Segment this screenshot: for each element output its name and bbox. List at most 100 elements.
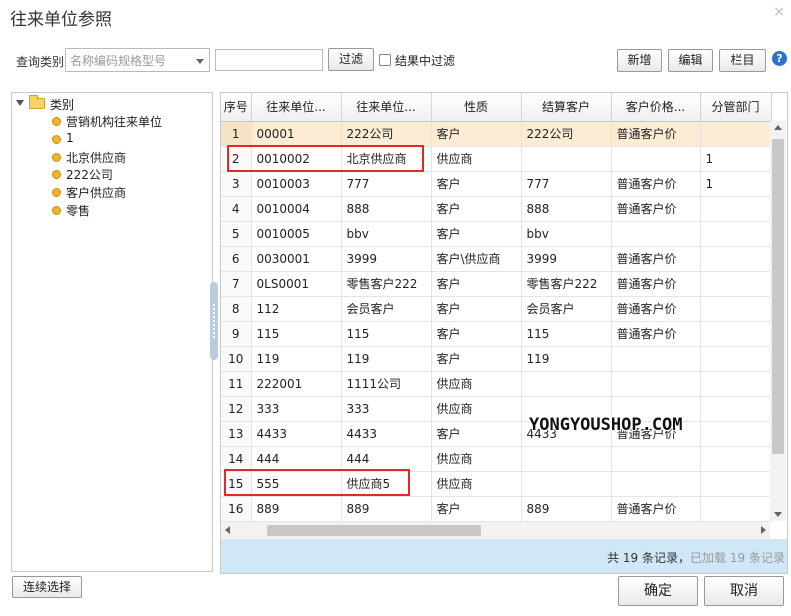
table-cell: bbv bbox=[341, 221, 432, 247]
table-cell: 客户\供应商 bbox=[431, 246, 522, 272]
table-row[interactable]: 4 0010004 888 客户 888 普通客户价 bbox=[221, 196, 772, 222]
scroll-thumb[interactable] bbox=[772, 139, 784, 454]
table-row[interactable]: 5 0010005 bbv 客户 bbv bbox=[221, 221, 772, 247]
search-input[interactable] bbox=[215, 49, 323, 71]
grid-body: 1 00001 222公司 客户 222公司 普通客户价 2 0010002 北京供应商 供应商 1… bbox=[221, 121, 772, 522]
add-button[interactable]: 新增 bbox=[617, 49, 662, 72]
panel-splitter[interactable] bbox=[210, 282, 218, 360]
table-row[interactable]: 11 222001 1111公司 供应商 bbox=[221, 371, 772, 397]
table-cell bbox=[611, 446, 701, 472]
column-header-price-level[interactable]: 客户价格... bbox=[611, 93, 701, 122]
table-cell: 112 bbox=[251, 296, 342, 322]
grid-status-bar: 共 19 条记录，已加载 19 条记录 bbox=[221, 539, 787, 573]
total-suffix: 条记录， bbox=[642, 551, 691, 565]
cancel-button[interactable]: 取消 bbox=[704, 576, 784, 606]
scroll-right-icon[interactable] bbox=[761, 526, 766, 534]
tree-item-label: 营销机构往来单位 bbox=[66, 115, 163, 129]
filter-in-results-label: 结果中过滤 bbox=[395, 54, 456, 68]
table-cell bbox=[521, 446, 612, 472]
tree-item-label: 客户供应商 bbox=[66, 186, 127, 200]
table-cell bbox=[700, 196, 772, 222]
table-cell: 零售客户222 bbox=[521, 271, 612, 297]
tree-item-label: 222公司 bbox=[66, 168, 113, 182]
table-cell: 客户 bbox=[431, 321, 522, 347]
table-cell bbox=[700, 371, 772, 397]
table-cell: 11 bbox=[221, 371, 252, 397]
table-row[interactable]: 8 112 会员客户 客户 会员客户 普通客户价 bbox=[221, 296, 772, 322]
table-row[interactable]: 3 0010003 777 客户 777 普通客户价 1 bbox=[221, 171, 772, 197]
table-row[interactable]: 13 4433 4433 客户 4433 普通客户价 bbox=[221, 421, 772, 447]
table-cell: 12 bbox=[221, 396, 252, 422]
table-cell bbox=[521, 471, 612, 497]
query-category-select[interactable]: 名称编码规格型号 bbox=[65, 48, 210, 72]
scroll-up-icon[interactable] bbox=[774, 125, 782, 130]
scroll-down-icon[interactable] bbox=[774, 512, 782, 517]
loaded-count: 19 bbox=[729, 551, 746, 565]
query-category-value: 名称编码规格型号 bbox=[70, 54, 167, 68]
table-cell bbox=[611, 471, 701, 497]
table-cell bbox=[700, 221, 772, 247]
table-cell: 普通客户价 bbox=[611, 271, 701, 297]
column-header-department[interactable]: 分管部门 bbox=[700, 93, 772, 122]
continuous-select-button[interactable]: 连续选择 bbox=[12, 576, 82, 598]
table-cell: 普通客户价 bbox=[611, 321, 701, 347]
table-cell bbox=[611, 371, 701, 397]
help-icon[interactable]: ? bbox=[772, 51, 787, 66]
table-cell: 115 bbox=[341, 321, 432, 347]
vertical-scrollbar[interactable] bbox=[770, 121, 786, 521]
table-cell: 0010004 bbox=[251, 196, 342, 222]
table-cell: 普通客户价 bbox=[611, 196, 701, 222]
table-row[interactable]: 6 0030001 3999 客户\供应商 3999 普通客户价 bbox=[221, 246, 772, 272]
ok-button[interactable]: 确定 bbox=[618, 576, 698, 606]
table-cell: bbv bbox=[521, 221, 612, 247]
horizontal-scrollbar[interactable] bbox=[221, 522, 770, 539]
table-cell: 1 bbox=[700, 171, 772, 197]
table-cell: 普通客户价 bbox=[611, 171, 701, 197]
filter-in-results-checkbox[interactable] bbox=[379, 54, 391, 66]
tree-item-label: 北京供应商 bbox=[66, 151, 127, 165]
table-cell: 1 bbox=[700, 146, 772, 172]
table-cell bbox=[700, 446, 772, 472]
column-header-unit-code[interactable]: 往来单位... bbox=[251, 93, 342, 122]
table-cell: 客户 bbox=[431, 121, 522, 147]
table-cell: 115 bbox=[251, 321, 342, 347]
table-cell: 00001 bbox=[251, 121, 342, 147]
table-cell bbox=[611, 146, 701, 172]
table-row[interactable]: 7 0LS0001 零售客户222 客户 零售客户222 普通客户价 bbox=[221, 271, 772, 297]
table-cell bbox=[700, 346, 772, 372]
loaded-suffix: 条记录 bbox=[748, 551, 785, 565]
table-row[interactable]: 12 333 333 供应商 bbox=[221, 396, 772, 422]
table-row[interactable]: 1 00001 222公司 客户 222公司 普通客户价 bbox=[221, 121, 772, 147]
table-cell: 会员客户 bbox=[341, 296, 432, 322]
table-cell: 客户 bbox=[431, 296, 522, 322]
table-cell bbox=[521, 371, 612, 397]
table-cell: 119 bbox=[521, 346, 612, 372]
table-row[interactable]: 14 444 444 供应商 bbox=[221, 446, 772, 472]
total-prefix: 共 bbox=[607, 551, 620, 565]
table-cell: 888 bbox=[521, 196, 612, 222]
table-cell: 供应商 bbox=[431, 471, 522, 497]
filter-button[interactable]: 过滤 bbox=[328, 48, 374, 71]
table-cell: 9 bbox=[221, 321, 252, 347]
table-cell: 7 bbox=[221, 271, 252, 297]
highlight-box bbox=[224, 469, 410, 496]
column-header-type[interactable]: 性质 bbox=[431, 93, 522, 122]
table-cell: 115 bbox=[521, 321, 612, 347]
collapse-toggle-icon[interactable] bbox=[16, 100, 24, 106]
scroll-left-icon[interactable] bbox=[225, 526, 230, 534]
table-cell: 会员客户 bbox=[521, 296, 612, 322]
column-header-settlement-customer[interactable]: 结算客户 bbox=[521, 93, 612, 122]
table-cell: 供应商 bbox=[431, 146, 522, 172]
table-cell bbox=[700, 121, 772, 147]
table-cell: 3999 bbox=[341, 246, 432, 272]
table-row[interactable]: 10 119 119 客户 119 bbox=[221, 346, 772, 372]
column-header-index[interactable]: 序号 bbox=[221, 93, 252, 122]
scroll-thumb[interactable] bbox=[267, 525, 481, 536]
close-icon[interactable]: × bbox=[773, 4, 785, 20]
edit-button[interactable]: 编辑 bbox=[668, 49, 713, 72]
table-cell: 13 bbox=[221, 421, 252, 447]
table-row[interactable]: 16 889 889 客户 889 普通客户价 bbox=[221, 496, 772, 522]
column-header-unit-name[interactable]: 往来单位... bbox=[341, 93, 432, 122]
columns-button[interactable]: 栏目 bbox=[719, 49, 766, 72]
table-row[interactable]: 9 115 115 客户 115 普通客户价 bbox=[221, 321, 772, 347]
